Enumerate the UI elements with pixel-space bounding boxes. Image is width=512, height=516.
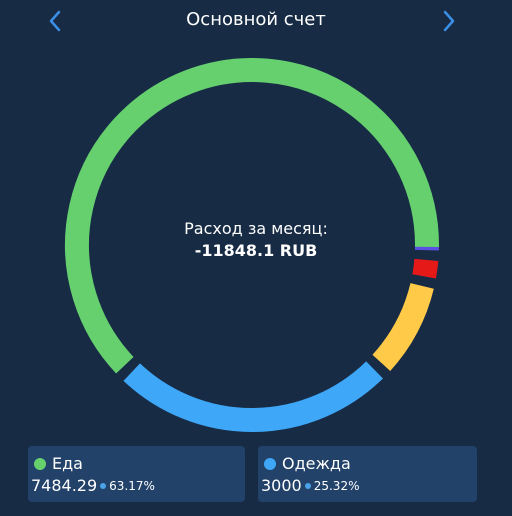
monthly-expense-label: Расход за месяц:: [0, 218, 512, 240]
donut-slice-2[interactable]: [381, 286, 422, 363]
category-card-food[interactable]: Еда 7484.29 63.17%: [28, 446, 245, 502]
percent-dot: [100, 483, 106, 489]
category-amount: 3000: [261, 476, 302, 495]
chart-center-summary: Расход за месяц: -11848.1 RUB: [0, 218, 512, 262]
category-card-clothing[interactable]: Одежда 3000 25.32%: [258, 446, 477, 502]
donut-slice-3[interactable]: [424, 260, 426, 276]
category-amount: 7484.29: [31, 476, 97, 495]
category-percent: 25.32%: [314, 479, 360, 493]
category-percent: 63.17%: [109, 479, 155, 493]
category-name: Одежда: [282, 454, 351, 473]
category-color-dot: [264, 458, 276, 470]
donut-slice-1[interactable]: [132, 370, 375, 420]
percent-dot: [305, 483, 311, 489]
category-color-dot: [34, 458, 46, 470]
category-name: Еда: [52, 454, 83, 473]
monthly-expense-value: -11848.1 RUB: [0, 240, 512, 262]
